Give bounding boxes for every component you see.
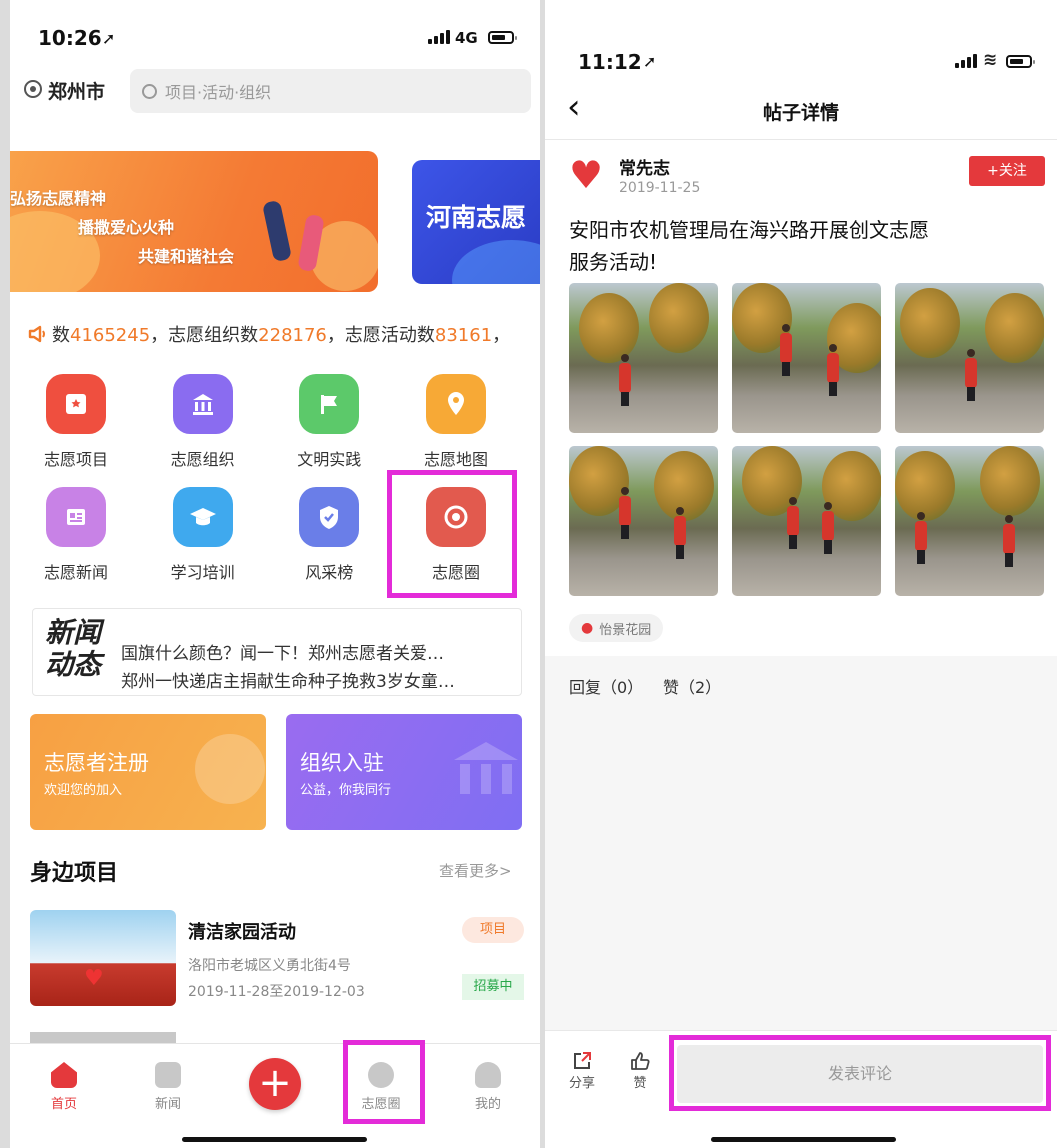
like-count[interactable]: 赞（2）: [663, 674, 721, 698]
highlight-box-volunteer-circle: [387, 470, 517, 598]
share-button[interactable]: 分享: [569, 1050, 595, 1091]
tab-news[interactable]: 新闻: [138, 1062, 198, 1112]
news-logo: 新闻 动态: [45, 616, 102, 681]
post-text-line-1: 安阳市农机管理局在海兴路开展创文志愿: [569, 218, 929, 242]
status-badge: 招募中: [462, 974, 524, 1000]
post-date: 2019-11-25: [619, 180, 701, 196]
location-arrow-icon: ➚: [643, 52, 657, 71]
page-title: 帖子详情: [762, 102, 839, 124]
institution-icon: [446, 734, 522, 814]
battery-icon: [488, 31, 517, 44]
user-icon: [475, 1062, 501, 1088]
flag-icon: [299, 374, 360, 434]
home-icon: [51, 1062, 77, 1088]
post-photo[interactable]: [569, 283, 718, 433]
post-photo[interactable]: [895, 283, 1044, 433]
avatar[interactable]: ♥: [569, 156, 603, 194]
post-photo[interactable]: [569, 446, 718, 596]
like-button[interactable]: 赞: [629, 1050, 651, 1091]
highlight-box-comment: [669, 1035, 1051, 1111]
newspaper-icon: [46, 487, 106, 547]
card-title: 志愿者注册: [44, 751, 149, 775]
volunteer-register-card[interactable]: 志愿者注册 欢迎您的加入: [30, 714, 266, 830]
follow-button[interactable]: +关注: [969, 156, 1045, 186]
battery-icon: [1006, 55, 1035, 68]
status-time: 10:26: [38, 26, 102, 50]
divider: [545, 139, 1057, 140]
medal-icon: [195, 734, 265, 804]
org-join-card[interactable]: 组织入驻 公益，你我同行: [286, 714, 522, 830]
banner-line-3: 共建和谐社会: [138, 247, 235, 266]
home-indicator: [711, 1137, 896, 1142]
heart-icon: ♥: [84, 966, 104, 991]
wifi-icon: ≋: [983, 50, 998, 70]
stats-ticker: 数4165245，志愿组织数228176，志愿活动数83161，: [52, 325, 511, 346]
post-photo[interactable]: [895, 446, 1044, 596]
share-icon: [574, 1052, 591, 1069]
project-address: 洛阳市老城区义勇北街4号: [188, 958, 351, 974]
signal-icon: [955, 54, 977, 68]
location-pin-icon[interactable]: [24, 80, 42, 98]
banner-line-1: 弘扬志愿精神: [10, 189, 107, 208]
tab-home[interactable]: 首页: [34, 1062, 94, 1112]
map-pin-icon: ●: [581, 620, 594, 636]
banner-volunteer[interactable]: 弘扬志愿精神 播撒爱心火种 共建和谐社会: [10, 151, 378, 292]
see-more-link[interactable]: 查看更多>: [439, 860, 512, 881]
grid-item-volunteer-project[interactable]: 志愿项目: [26, 374, 126, 470]
reply-count[interactable]: 回复（0）: [569, 674, 643, 698]
grid-item-civilization-practice[interactable]: 文明实践: [279, 374, 379, 470]
bookmark-icon: [46, 374, 106, 434]
search-input[interactable]: 项目·活动·组织: [130, 69, 531, 113]
figure-illustration: [261, 199, 293, 263]
megaphone-icon: [28, 324, 46, 343]
banner-henan[interactable]: 河南志愿: [412, 160, 540, 284]
map-pin-icon: [425, 374, 486, 434]
card-subtitle: 欢迎您的加入: [44, 783, 123, 798]
grid-item-training[interactable]: 学习培训: [153, 487, 253, 583]
banner-line-2: 播撒爱心火种: [78, 218, 175, 237]
section-title-nearby: 身边项目: [30, 861, 119, 886]
grid-item-volunteer-map[interactable]: 志愿地图: [406, 374, 506, 470]
news-icon: [155, 1062, 181, 1088]
shield-check-icon: [299, 487, 360, 547]
news-item[interactable]: 国旗什么颜色？闻一下！郑州志愿者关爱…: [121, 639, 516, 664]
project-tag-badge: 项目: [462, 917, 524, 943]
search-icon: [142, 83, 157, 99]
thumbs-up-icon: [631, 1052, 650, 1070]
highlight-box-volunteer-circle-tab: [343, 1040, 425, 1124]
tab-mine[interactable]: 我的: [458, 1062, 518, 1112]
home-indicator: [182, 1137, 367, 1142]
institution-icon: [172, 374, 233, 434]
news-ticker[interactable]: 新闻 动态 国旗什么颜色？闻一下！郑州志愿者关爱… 郑州一快递店主捐献生命种子挽救…: [32, 608, 522, 696]
post-text-line-2: 服务活动!: [569, 250, 658, 274]
grid-item-volunteer-org[interactable]: 志愿组织: [153, 374, 253, 470]
location-tag[interactable]: ● 怡景花园: [569, 614, 664, 642]
bottom-tab-bar: 首页 新闻 + 志愿圈 我的: [10, 1043, 540, 1148]
plus-icon[interactable]: +: [249, 1058, 301, 1110]
search-placeholder: 项目·活动·组织: [165, 83, 272, 102]
city-selector[interactable]: 郑州市: [48, 77, 105, 104]
network-label: 4G: [455, 29, 478, 47]
card-title: 组织入驻: [300, 751, 384, 775]
post-photo[interactable]: [732, 283, 881, 433]
post-photo[interactable]: [732, 446, 881, 596]
comment-area: [545, 656, 1057, 1048]
author-name[interactable]: 常先志: [619, 154, 670, 179]
project-name[interactable]: 清洁家园活动: [188, 918, 296, 944]
project-thumbnail[interactable]: ♥: [30, 910, 176, 1006]
home-screen: 10:26 ➚ 4G 郑州市 项目·活动·组织 弘扬志愿精神 播撒爱心火种 共建…: [10, 0, 540, 1148]
news-item[interactable]: 郑州一快递店主捐献生命种子挽救3岁女童…: [121, 667, 516, 692]
banner-henan-title: 河南志愿: [426, 203, 527, 232]
grid-item-honor-roll[interactable]: 风采榜: [279, 487, 379, 583]
post-detail-screen: 11:12 ➚ ≋ ‹ 帖子详情 ♥ 常先志 2019-11-25 +关注 安阳…: [545, 0, 1057, 1148]
grid-item-volunteer-news[interactable]: 志愿新闻: [26, 487, 126, 583]
status-time: 11:12: [578, 50, 642, 74]
location-arrow-icon: ➚: [102, 29, 116, 48]
card-subtitle: 公益，你我同行: [300, 783, 392, 798]
signal-icon: [428, 30, 450, 44]
graduation-cap-icon: [172, 487, 233, 547]
feature-grid-row-1: 志愿项目 志愿组织 文明实践 志愿地图: [26, 374, 506, 470]
project-dates: 2019-11-28至2019-12-03: [188, 984, 365, 1000]
